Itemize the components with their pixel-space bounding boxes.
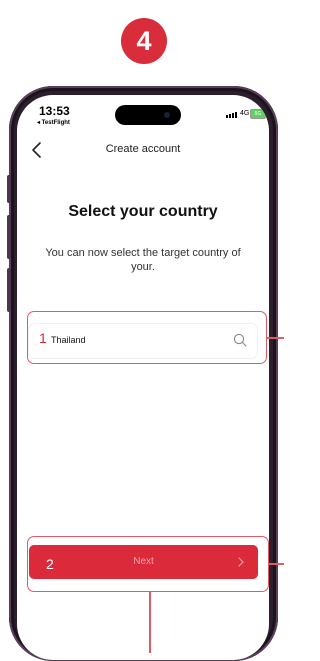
signal-icon [226,112,237,118]
subtitle: You can now select the target country of… [45,247,241,273]
annotation-number-1: 1 [39,330,47,346]
annotation-connector [269,563,284,565]
status-bar: 13:53 ◂ TestFlight 4G 5G [17,95,269,135]
phone-side-button [7,268,11,312]
annotation-number-2: 2 [46,556,54,572]
battery-icon: 5G [250,109,266,119]
camera-icon [164,112,170,118]
phone-side-button [7,175,11,203]
phone-side-button [7,215,11,259]
annotation-box-2 [27,536,269,592]
heading: Select your country [68,203,218,220]
back-to-app-link[interactable]: ◂ TestFlight [37,119,70,126]
annotation-connector [267,337,284,339]
annotation-box-1 [27,311,267,364]
dynamic-island [115,105,181,125]
navigation-bar: Create account [17,140,269,160]
page-title: Create account [105,143,181,155]
status-time: 13:53 [39,104,70,118]
annotation-connector [149,592,151,653]
step-badge: 4 [121,18,167,64]
network-type: 4G [240,110,250,117]
